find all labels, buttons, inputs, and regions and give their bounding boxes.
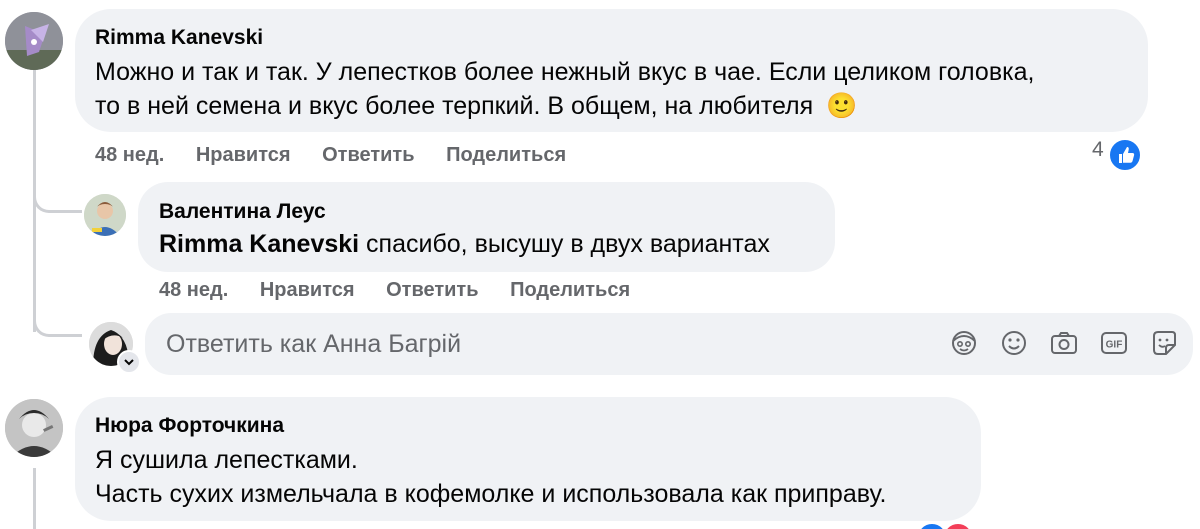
avatar[interactable] [84, 194, 126, 236]
reply-author[interactable]: Валентина Леус [159, 200, 326, 224]
reply-button[interactable]: Ответить [322, 144, 414, 167]
comment-text-line: Можно и так и так. У лепестков более неж… [95, 58, 1035, 86]
thread-connector-reply-box [33, 300, 82, 337]
like-thumb-icon [1108, 138, 1142, 172]
profile-switch-chevron-icon[interactable] [117, 350, 141, 374]
gif-icon[interactable]: GIF [1098, 327, 1130, 359]
svg-text:GIF: GIF [1106, 340, 1123, 351]
comment-author[interactable]: Нюра Форточкина [95, 414, 284, 438]
comment-author[interactable]: Rimma Kanevski [95, 26, 263, 50]
avatar[interactable] [5, 399, 63, 457]
thread-line-second [33, 468, 36, 529]
reply-age[interactable]: 48 нед. [159, 279, 228, 302]
share-button[interactable]: Поделиться [446, 144, 566, 167]
like-button[interactable]: Нравится [260, 279, 355, 302]
reply-input[interactable]: Ответить как Анна Багрій GIF [145, 313, 1193, 375]
reply-actions: 48 нед. Нравится Ответить Поделиться [159, 279, 656, 302]
reply-text: Rimma Kanevski спасибо, высушу в двух ва… [159, 226, 770, 262]
avatar-image [5, 399, 63, 457]
like-reaction-icon [916, 522, 948, 529]
avatar-image [84, 194, 126, 236]
comment-text-line-content: то в ней семена и вкус более терпкий. В … [95, 92, 814, 120]
avatar-image [5, 12, 63, 70]
mention-link[interactable]: Rimma Kanevski [159, 230, 359, 258]
share-button[interactable]: Поделиться [510, 279, 630, 302]
reply-bubble: Валентина Леус Rimma Kanevski спасибо, в… [138, 182, 835, 272]
reaction-count: 4 [1092, 138, 1104, 161]
like-button[interactable]: Нравится [196, 144, 291, 167]
comment-text-line: то в ней семена и вкус более терпкий. В … [95, 88, 857, 124]
reaction-icons-partial[interactable] [916, 522, 976, 529]
emoji-icon[interactable] [998, 327, 1030, 359]
camera-icon[interactable] [1048, 327, 1080, 359]
reply-button[interactable]: Ответить [386, 279, 478, 302]
comment-bubble: Rimma Kanevski Можно и так и так. У лепе… [75, 9, 1148, 132]
avatar[interactable] [5, 12, 63, 70]
reply-text-content: спасибо, высушу в двух вариантах [359, 230, 770, 258]
comment-bubble: Нюра Форточкина Я сушила лепестками. Час… [75, 397, 981, 521]
love-reaction-icon [942, 522, 974, 529]
reply-input-placeholder: Ответить как Анна Багрій [166, 330, 462, 358]
emoji-smile: 🙂 [826, 92, 858, 120]
sticker-icon[interactable] [1148, 327, 1180, 359]
comment-age[interactable]: 48 нед. [95, 144, 164, 167]
comment-actions: 48 нед. Нравится Ответить Поделиться [95, 144, 592, 167]
comment-text-line: Я сушила лепестками. [95, 446, 358, 474]
reaction-summary[interactable]: 4 [1092, 138, 1142, 172]
avatar-emoji-icon[interactable] [948, 327, 980, 359]
thread-connector-reply [33, 176, 82, 213]
comment-text-line: Часть сухих измельчала в кофемолке и исп… [95, 480, 887, 508]
